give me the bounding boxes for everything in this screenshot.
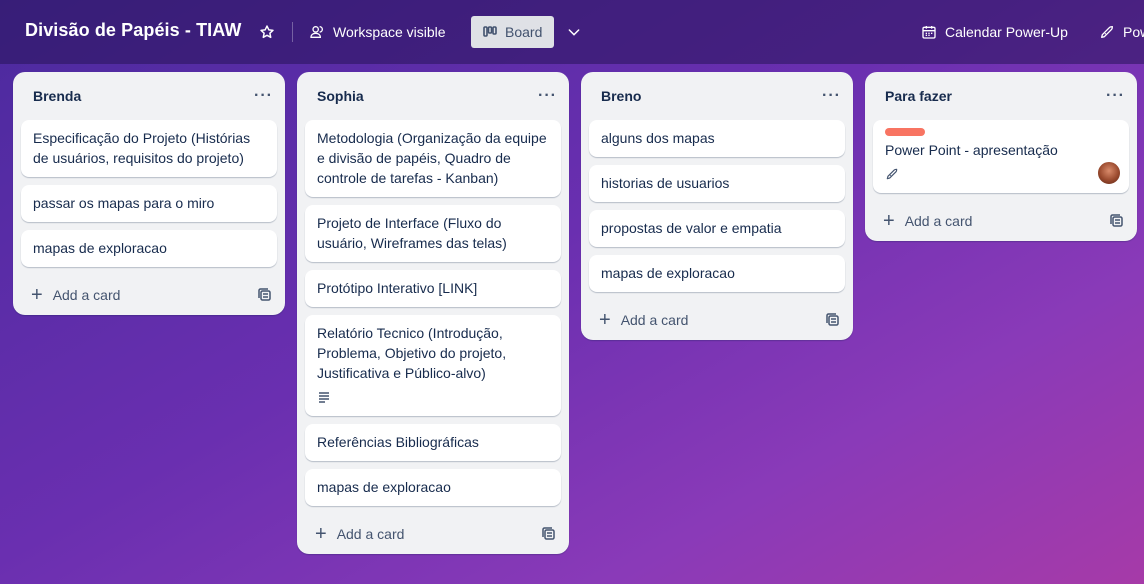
list-title[interactable]: Brenda xyxy=(33,88,81,104)
list-title[interactable]: Sophia xyxy=(317,88,364,104)
calendar-powerup-button[interactable]: Calendar Power-Up xyxy=(915,16,1074,48)
card-title: Especificação do Projeto (Histórias de u… xyxy=(33,130,251,166)
card-title: passar os mapas para o miro xyxy=(33,195,215,211)
more-icon[interactable]: ··· xyxy=(254,87,273,105)
card-title: Power Point - apresentação xyxy=(885,142,1058,158)
list-header: Sophia ··· xyxy=(297,72,569,120)
visibility-button[interactable]: Workspace visible xyxy=(303,16,452,48)
card[interactable]: mapas de exploracao xyxy=(21,230,277,267)
card[interactable]: historias de usuarios xyxy=(589,165,845,202)
calendar-powerup-label: Calendar Power-Up xyxy=(945,24,1068,40)
card-title: Relatório Tecnico (Introdução, Problema,… xyxy=(317,325,507,381)
people-icon xyxy=(310,26,323,38)
add-card-label: Add a card xyxy=(336,526,405,542)
more-icon[interactable]: ··· xyxy=(1106,87,1125,105)
star-button[interactable] xyxy=(252,17,282,47)
card[interactable]: Especificação do Projeto (Histórias de u… xyxy=(21,120,277,177)
card-title: alguns dos mapas xyxy=(601,130,715,146)
card-title: Metodologia (Organização da equipe e div… xyxy=(317,130,547,186)
avatar[interactable] xyxy=(1097,161,1121,185)
header-divider xyxy=(292,22,293,42)
rocket-icon xyxy=(886,168,898,180)
card[interactable]: Metodologia (Organização da equipe e div… xyxy=(305,120,561,197)
card-title: Projeto de Interface (Fluxo do usuário, … xyxy=(317,215,507,251)
list-breno: Breno ··· alguns dos mapas historias de … xyxy=(581,72,853,340)
add-card-label: Add a card xyxy=(52,287,121,303)
card[interactable]: mapas de exploracao xyxy=(305,469,561,506)
card-badges xyxy=(317,387,549,407)
board-header: Divisão de Papéis - TIAW Workspace visib… xyxy=(0,0,1144,64)
create-from-template-icon[interactable] xyxy=(541,526,557,542)
card-title: historias de usuarios xyxy=(601,175,730,191)
description-icon xyxy=(319,392,329,403)
list-sophia: Sophia ··· Metodologia (Organização da e… xyxy=(297,72,569,554)
add-card-row: + Add a card xyxy=(13,275,285,315)
powerups-label: Pow xyxy=(1123,24,1144,40)
plus-icon: + xyxy=(31,284,43,306)
rocket-icon xyxy=(1101,26,1113,38)
chevron-down-icon xyxy=(568,29,580,36)
list-header: Breno ··· xyxy=(581,72,853,120)
add-card-row: + Add a card xyxy=(865,201,1137,241)
list-title[interactable]: Para fazer xyxy=(885,88,952,104)
plus-icon: + xyxy=(883,210,895,232)
calendar-icon xyxy=(922,26,936,39)
add-card-label: Add a card xyxy=(620,312,689,328)
add-card-button[interactable]: + Add a card xyxy=(315,524,404,544)
view-switcher-button[interactable] xyxy=(559,17,589,47)
visibility-label: Workspace visible xyxy=(333,24,446,40)
list-header: Brenda ··· xyxy=(13,72,285,120)
card[interactable]: Projeto de Interface (Fluxo do usuário, … xyxy=(305,205,561,262)
create-from-template-icon[interactable] xyxy=(1109,213,1125,229)
add-card-row: + Add a card xyxy=(581,300,853,340)
add-card-button[interactable]: + Add a card xyxy=(599,310,688,330)
card-title: Protótipo Interativo [LINK] xyxy=(317,280,478,296)
list-header: Para fazer ··· xyxy=(865,72,1137,120)
star-icon xyxy=(260,25,274,39)
card-title: Referências Bibliográficas xyxy=(317,434,479,450)
create-from-template-icon[interactable] xyxy=(825,312,841,328)
more-icon[interactable]: ··· xyxy=(538,87,557,105)
board-view-icon xyxy=(483,26,497,37)
list-para-fazer: Para fazer ··· Power Point - apresentaçã… xyxy=(865,72,1137,241)
card[interactable]: Protótipo Interativo [LINK] xyxy=(305,270,561,307)
card[interactable]: alguns dos mapas xyxy=(589,120,845,157)
card-badges xyxy=(885,164,1117,184)
card-title: mapas de exploracao xyxy=(601,265,735,281)
card-title: mapas de exploracao xyxy=(33,240,167,256)
card[interactable]: passar os mapas para o miro xyxy=(21,185,277,222)
add-card-button[interactable]: + Add a card xyxy=(31,285,120,305)
card-label[interactable] xyxy=(885,128,925,136)
card[interactable]: Relatório Tecnico (Introdução, Problema,… xyxy=(305,315,561,416)
card[interactable]: Referências Bibliográficas xyxy=(305,424,561,461)
plus-icon: + xyxy=(599,309,611,331)
card[interactable]: propostas de valor e empatia xyxy=(589,210,845,247)
board-view-button[interactable]: Board xyxy=(471,16,554,48)
powerups-button[interactable]: Pow xyxy=(1093,16,1144,48)
board-title[interactable]: Divisão de Papéis - TIAW xyxy=(25,20,241,41)
add-card-button[interactable]: + Add a card xyxy=(883,211,972,231)
add-card-row: + Add a card xyxy=(297,514,569,554)
card-title: propostas de valor e empatia xyxy=(601,220,782,236)
plus-icon: + xyxy=(315,523,327,545)
add-card-label: Add a card xyxy=(904,213,973,229)
create-from-template-icon[interactable] xyxy=(257,287,273,303)
more-icon[interactable]: ··· xyxy=(822,87,841,105)
list-title[interactable]: Breno xyxy=(601,88,641,104)
card[interactable]: Power Point - apresentação xyxy=(873,120,1129,193)
list-brenda: Brenda ··· Especificação do Projeto (His… xyxy=(13,72,285,315)
card-title: mapas de exploracao xyxy=(317,479,451,495)
card[interactable]: mapas de exploracao xyxy=(589,255,845,292)
board-view-label: Board xyxy=(505,24,543,40)
